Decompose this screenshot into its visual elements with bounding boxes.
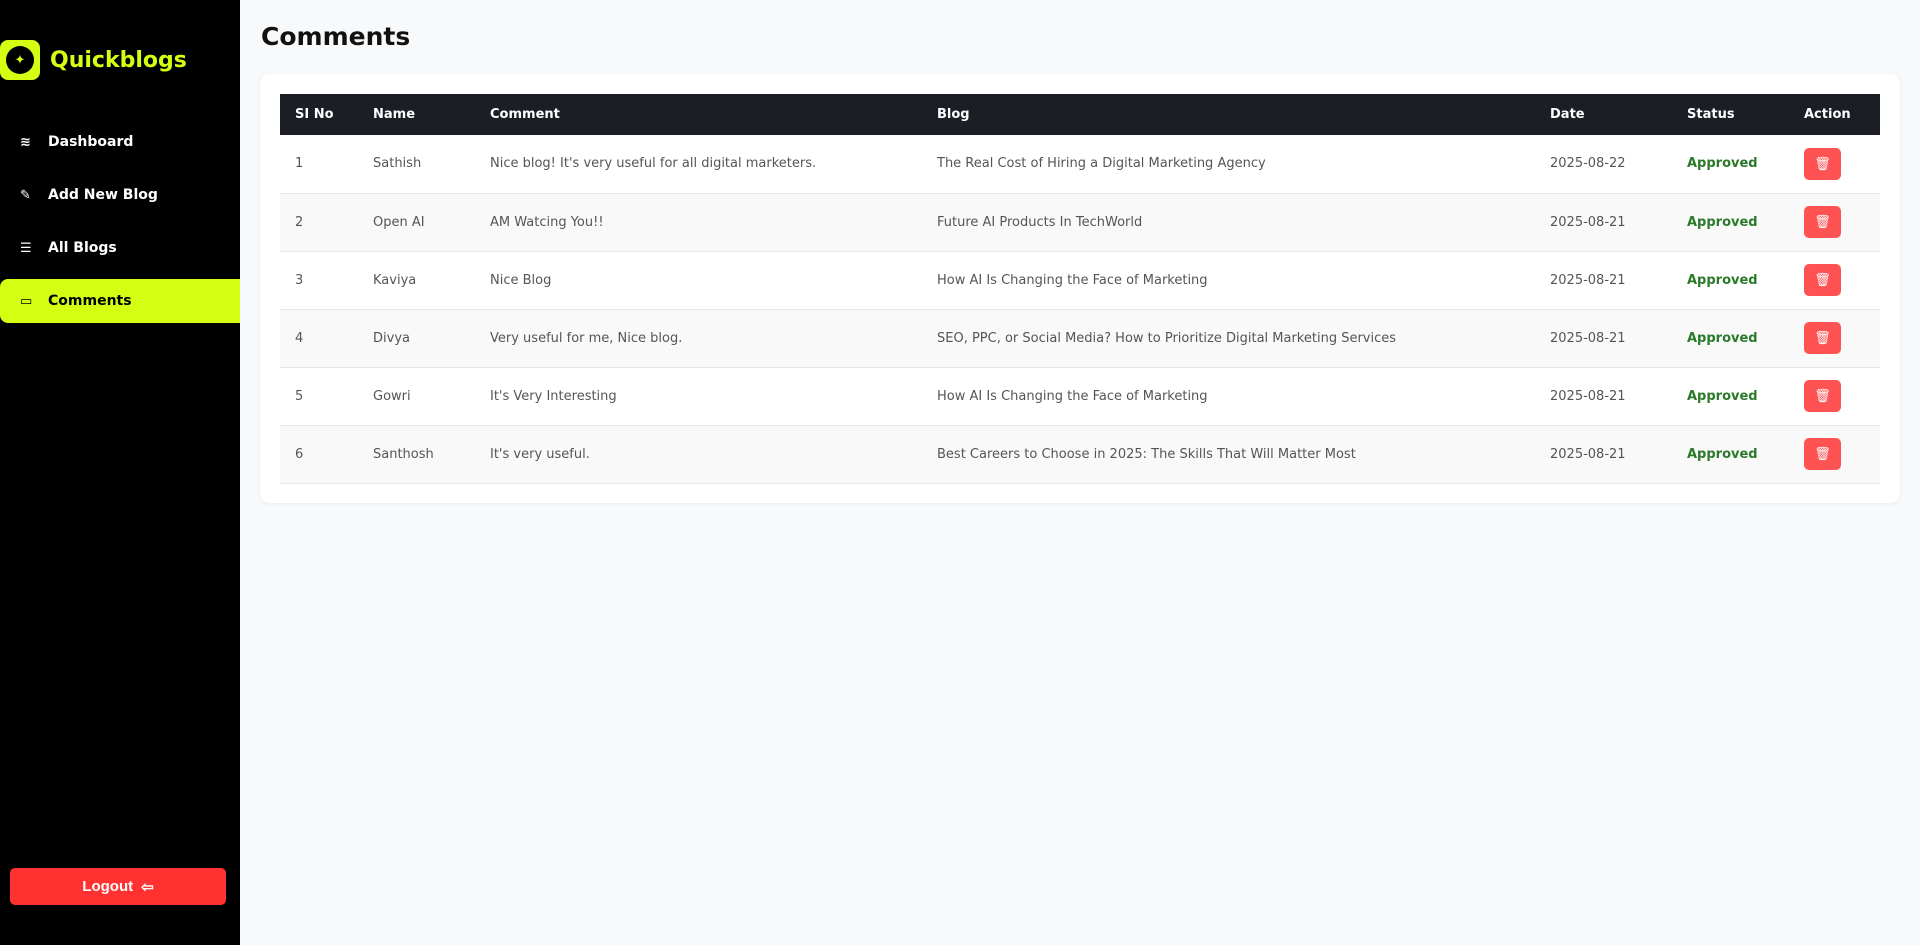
cell-comment: It's Very Interesting — [490, 367, 937, 426]
cell-no: 3 — [280, 251, 373, 310]
cell-no: 2 — [280, 193, 373, 252]
cell-status: Approved — [1687, 425, 1804, 484]
column-header: Date — [1550, 94, 1687, 135]
cell-no: 6 — [280, 425, 373, 484]
table-row: 3 Kaviya Nice Blog How AI Is Changing the F… — [280, 251, 1880, 310]
cell-no: 5 — [280, 367, 373, 426]
trash-icon: 🗑︎ — [1814, 272, 1831, 287]
cell-name: Gowri — [373, 367, 490, 426]
column-header: Blog — [937, 94, 1550, 135]
column-header: SI No — [280, 94, 373, 135]
cell-status: Approved — [1687, 309, 1804, 368]
delete-button[interactable]: 🗑︎ — [1804, 380, 1841, 412]
list-icon: ☰ — [20, 240, 32, 256]
delete-button[interactable]: 🗑︎ — [1804, 438, 1841, 470]
cell-date: 2025-08-21 — [1550, 309, 1687, 368]
cell-no: 1 — [280, 135, 373, 194]
comments-table: SI No Name Comment Blog Date Status Action 1 Sa… — [280, 94, 1880, 484]
cell-name: Kaviya — [373, 251, 490, 310]
column-header: Status — [1687, 94, 1804, 135]
cell-blog: SEO, PPC, or Social Media? How to Priori… — [937, 309, 1550, 368]
logout-button[interactable]: Logout ⇦ — [10, 868, 226, 905]
cell-comment: It's very useful. — [490, 425, 937, 484]
edit-icon: ✎ — [20, 187, 31, 203]
logout-icon: ⇦ — [141, 878, 154, 896]
cell-comment: Nice Blog — [490, 251, 937, 310]
cell-status: Approved — [1687, 135, 1804, 194]
trash-icon: 🗑︎ — [1814, 330, 1831, 345]
sidebar-item-dashboard[interactable]: ≋ Dashboard — [0, 120, 240, 164]
cell-status: Approved — [1687, 251, 1804, 310]
delete-button[interactable]: 🗑︎ — [1804, 322, 1841, 354]
comment-icon: ▭ — [20, 293, 33, 309]
column-header: Name — [373, 94, 490, 135]
column-header: Action — [1804, 94, 1880, 135]
cell-name: Divya — [373, 309, 490, 368]
sidebar-item-label: All Blogs — [48, 240, 117, 256]
cell-comment: AM Watcing You!! — [490, 193, 937, 252]
sidebar-item-all-blogs[interactable]: ☰ All Blogs — [0, 226, 240, 270]
trash-icon: 🗑︎ — [1814, 388, 1831, 403]
cell-status: Approved — [1687, 367, 1804, 426]
cell-date: 2025-08-21 — [1550, 425, 1687, 484]
cell-date: 2025-08-22 — [1550, 135, 1687, 194]
app-name: Quickblogs — [50, 47, 187, 73]
cell-blog: Best Careers to Choose in 2025: The Skil… — [937, 425, 1550, 484]
sidebar-item-add-new-blog[interactable]: ✎ Add New Blog — [0, 173, 240, 217]
logo-icon: ✦ — [0, 40, 40, 80]
sidebar-item-comments[interactable]: ▭ Comments — [0, 279, 240, 323]
logout-label: Logout — [82, 878, 134, 895]
cell-blog: How AI Is Changing the Face of Marketing — [937, 251, 1550, 310]
cell-no: 4 — [280, 309, 373, 368]
column-header: Comment — [490, 94, 937, 135]
cell-date: 2025-08-21 — [1550, 251, 1687, 310]
table-row: 5 Gowri It's Very Interesting How AI Is Cha… — [280, 367, 1880, 426]
delete-button[interactable]: 🗑︎ — [1804, 264, 1841, 296]
sidebar-item-label: Add New Blog — [48, 187, 158, 203]
delete-button[interactable]: 🗑︎ — [1804, 147, 1841, 180]
cell-comment: Very useful for me, Nice blog. — [490, 309, 937, 368]
cell-name: Santhosh — [373, 425, 490, 484]
cell-name: Sathish — [373, 135, 490, 194]
table-row: 1 Sathish Nice blog! It's very useful for … — [280, 135, 1880, 194]
comments-card: SI No Name Comment Blog Date Status Action 1 Sa… — [260, 74, 1900, 503]
sidebar-item-label: Comments — [48, 293, 132, 309]
trash-icon: 🗑︎ — [1814, 446, 1831, 461]
sidebar-item-label: Dashboard — [48, 134, 134, 150]
cell-status: Approved — [1687, 193, 1804, 252]
cell-blog: Future AI Products In TechWorld — [937, 193, 1550, 252]
logo[interactable]: ✦ Quickblogs — [0, 40, 187, 80]
cell-name: Open AI — [373, 193, 490, 252]
cell-blog: The Real Cost of Hiring a Digital Market… — [937, 135, 1550, 194]
trash-icon: 🗑︎ — [1814, 155, 1831, 171]
sidebar: ✦ Quickblogs ≋ Dashboard ✎ Add New Blog ☰ All… — [0, 0, 240, 945]
delete-button[interactable]: 🗑︎ — [1804, 206, 1841, 238]
trash-icon: 🗑︎ — [1814, 214, 1831, 229]
cell-comment: Nice blog! It's very useful for all digi… — [490, 135, 937, 194]
table-row: 4 Divya Very useful for me, Nice blog. SEO,… — [280, 309, 1880, 368]
cell-blog: How AI Is Changing the Face of Marketing — [937, 367, 1550, 426]
layers-icon: ≋ — [20, 134, 31, 150]
cell-date: 2025-08-21 — [1550, 193, 1687, 252]
table-row: 6 Santhosh It's very useful. Best Careers t… — [280, 425, 1880, 484]
cell-date: 2025-08-21 — [1550, 367, 1687, 426]
page-title: Comments — [261, 22, 411, 51]
table-row: 2 Open AI AM Watcing You!! Future AI Produc… — [280, 193, 1880, 252]
